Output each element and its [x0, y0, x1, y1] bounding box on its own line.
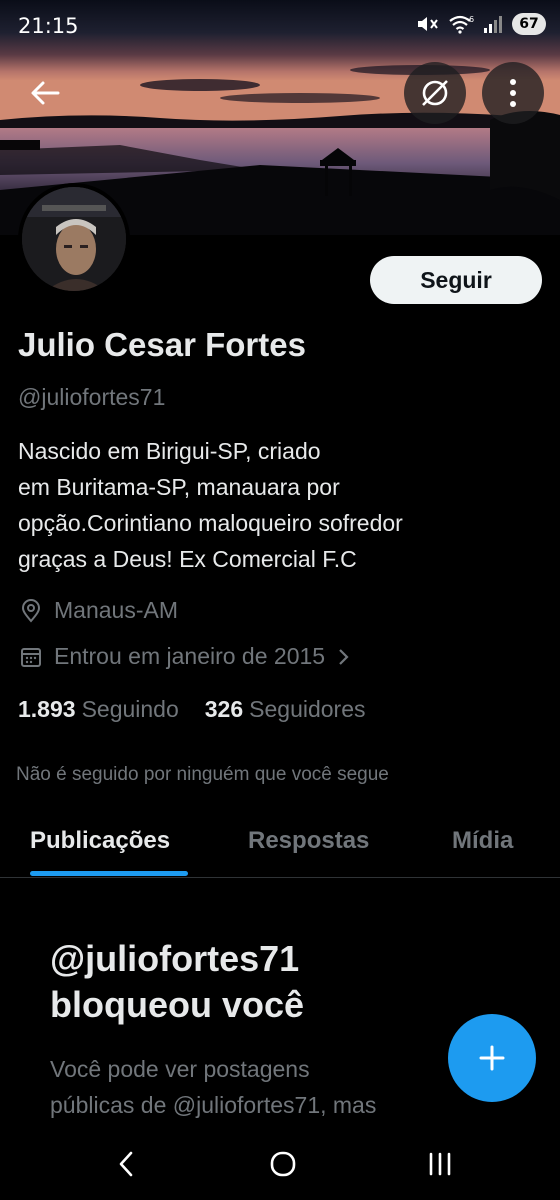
grok-button[interactable] [404, 62, 466, 124]
calendar-icon [21, 647, 41, 667]
followed-by-note: Não é seguido por ninguém que você segue [16, 764, 389, 785]
avatar[interactable] [18, 183, 130, 295]
system-back-button[interactable] [106, 1144, 146, 1184]
following-count: 1.893 [18, 696, 76, 722]
status-bar: 21:15 6 67 [0, 0, 560, 52]
nav-back-icon [119, 1151, 133, 1177]
bio-line: em Buritama-SP, manauara por [18, 474, 340, 500]
profile-joined[interactable]: Entrou em janeiro de 2015 [20, 643, 351, 670]
more-vertical-icon [510, 79, 516, 107]
tab-midia[interactable]: Mídia [452, 827, 513, 855]
avatar-image [22, 187, 126, 291]
mute-icon [416, 14, 440, 34]
blocked-title-line: bloqueou você [50, 984, 305, 1025]
circle-slash-icon [422, 80, 448, 106]
nav-recents-icon [429, 1152, 451, 1176]
following-link[interactable]: 1.893 Seguindo [18, 696, 179, 723]
profile-location: Manaus-AM [20, 597, 178, 624]
back-arrow-icon [31, 81, 60, 105]
followers-label: Seguidores [249, 696, 366, 722]
bio-line: Nascido em Birigui-SP, criado [18, 438, 321, 464]
profile-tabs: Publicações Respostas Mídia [0, 810, 560, 878]
status-time: 21:15 [18, 14, 79, 38]
svg-text:6: 6 [469, 15, 474, 24]
blocked-desc-line: públicas de @juliofortes71, mas [50, 1092, 377, 1118]
following-label: Seguindo [81, 696, 179, 722]
back-button[interactable] [20, 68, 70, 118]
bio-line: graças a Deus! Ex Comercial F.C [18, 546, 357, 572]
plus-icon [479, 1045, 505, 1071]
nav-home-icon [270, 1151, 296, 1177]
location-text: Manaus-AM [54, 597, 178, 623]
profile-handle: @juliofortes71 [18, 384, 166, 410]
bio-line: opção.Corintiano maloqueiro sofredor [18, 510, 403, 536]
tab-publicacoes[interactable]: Publicações [30, 827, 170, 855]
more-options-button[interactable] [482, 62, 544, 124]
compose-fab-button[interactable] [448, 1014, 536, 1102]
follow-button[interactable]: Seguir [370, 256, 542, 304]
system-navigation-bar [0, 1126, 560, 1200]
system-home-button[interactable] [263, 1144, 303, 1184]
followers-count: 326 [204, 696, 244, 722]
system-recents-button[interactable] [420, 1144, 460, 1184]
chevron-right-icon [339, 648, 349, 665]
blocked-description: Você pode ver postagens públicas de @jul… [50, 1051, 470, 1123]
status-icons: 6 67 [416, 13, 546, 35]
active-tab-indicator [30, 871, 188, 876]
blocked-title-line: @juliofortes71 [50, 938, 300, 979]
wifi-icon: 6 [448, 14, 474, 34]
follow-counts: 1.893 Seguindo 326 Seguidores [18, 696, 366, 723]
profile-name: Julio Cesar Fortes [18, 326, 306, 363]
location-pin-icon [21, 598, 41, 623]
blocked-desc-line: Você pode ver postagens [50, 1056, 310, 1082]
tab-respostas[interactable]: Respostas [248, 827, 369, 855]
battery-icon: 67 [512, 13, 546, 35]
followers-link[interactable]: 326 Seguidores [205, 696, 366, 723]
blocked-title: @juliofortes71 bloqueou você [50, 936, 450, 1028]
signal-icon [482, 14, 504, 34]
profile-bio: Nascido em Birigui-SP, criado em Buritam… [18, 433, 538, 577]
joined-text: Entrou em janeiro de 2015 [54, 643, 326, 669]
